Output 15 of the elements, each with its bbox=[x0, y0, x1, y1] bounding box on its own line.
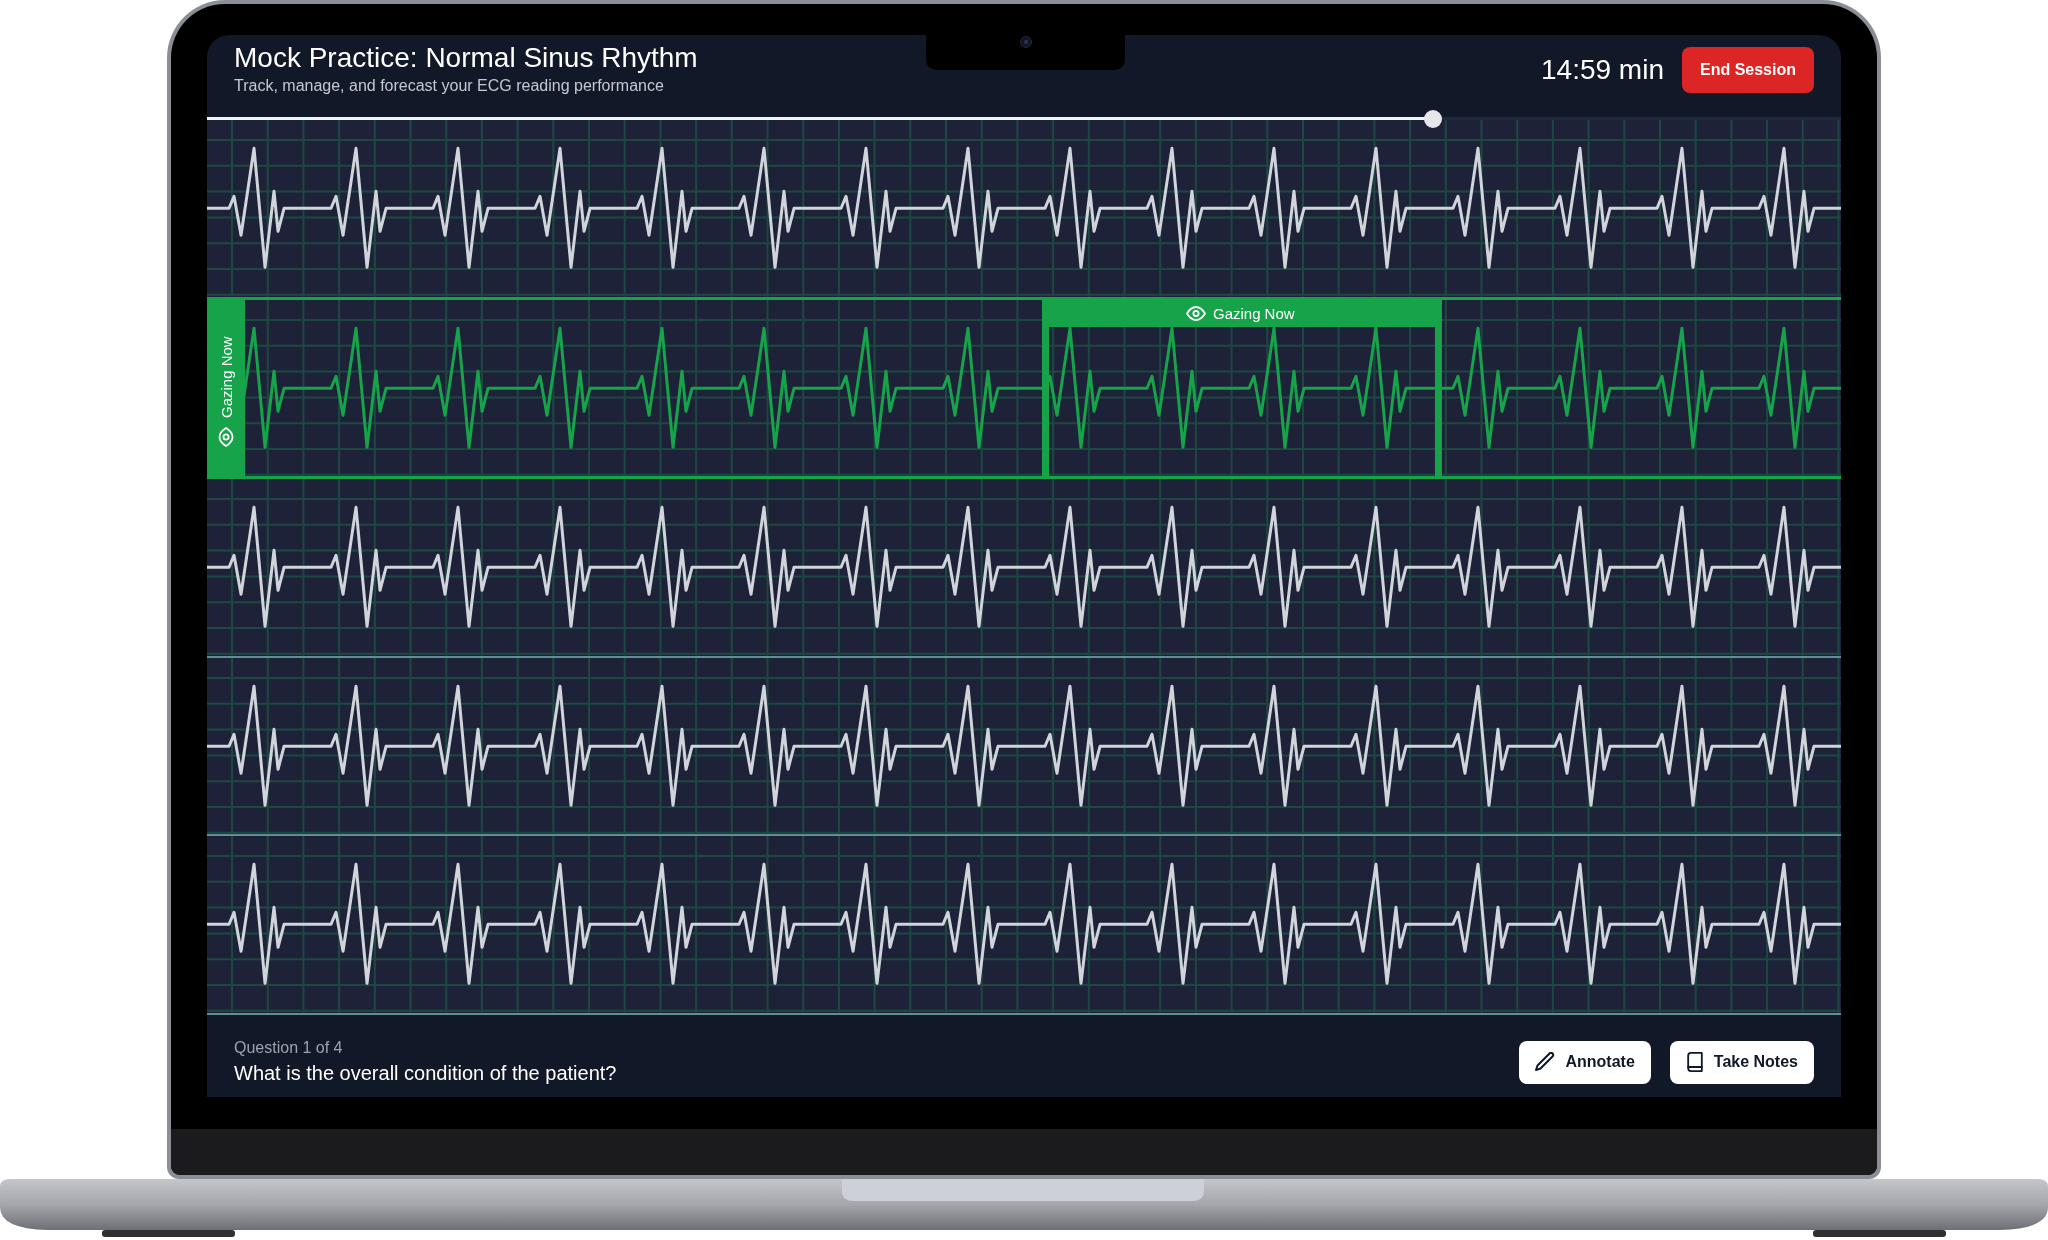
take-notes-button[interactable]: Take Notes bbox=[1669, 1040, 1814, 1084]
eye-icon bbox=[1186, 305, 1206, 321]
page-subtitle: Track, manage, and forecast your ECG reading performance bbox=[234, 76, 665, 96]
question-text: What is the overall condition of the patient? bbox=[234, 1061, 617, 1086]
gaze-label: Gazing Now bbox=[217, 335, 235, 418]
annotate-button[interactable]: Annotate bbox=[1519, 1040, 1651, 1084]
eye-icon bbox=[218, 426, 234, 447]
page-title: Mock Practice: Normal Sinus Rhythm bbox=[234, 41, 698, 75]
gaze-label: Gazing Now bbox=[1213, 304, 1295, 322]
book-icon bbox=[1685, 1052, 1704, 1072]
pencil-icon bbox=[1535, 1052, 1556, 1072]
question-counter: Question 1 of 4 bbox=[234, 1038, 344, 1058]
camera-lens-icon bbox=[1019, 36, 1032, 48]
end-session-button[interactable]: End Session bbox=[1681, 47, 1814, 93]
session-timer: 14:59 min bbox=[1541, 53, 1664, 87]
